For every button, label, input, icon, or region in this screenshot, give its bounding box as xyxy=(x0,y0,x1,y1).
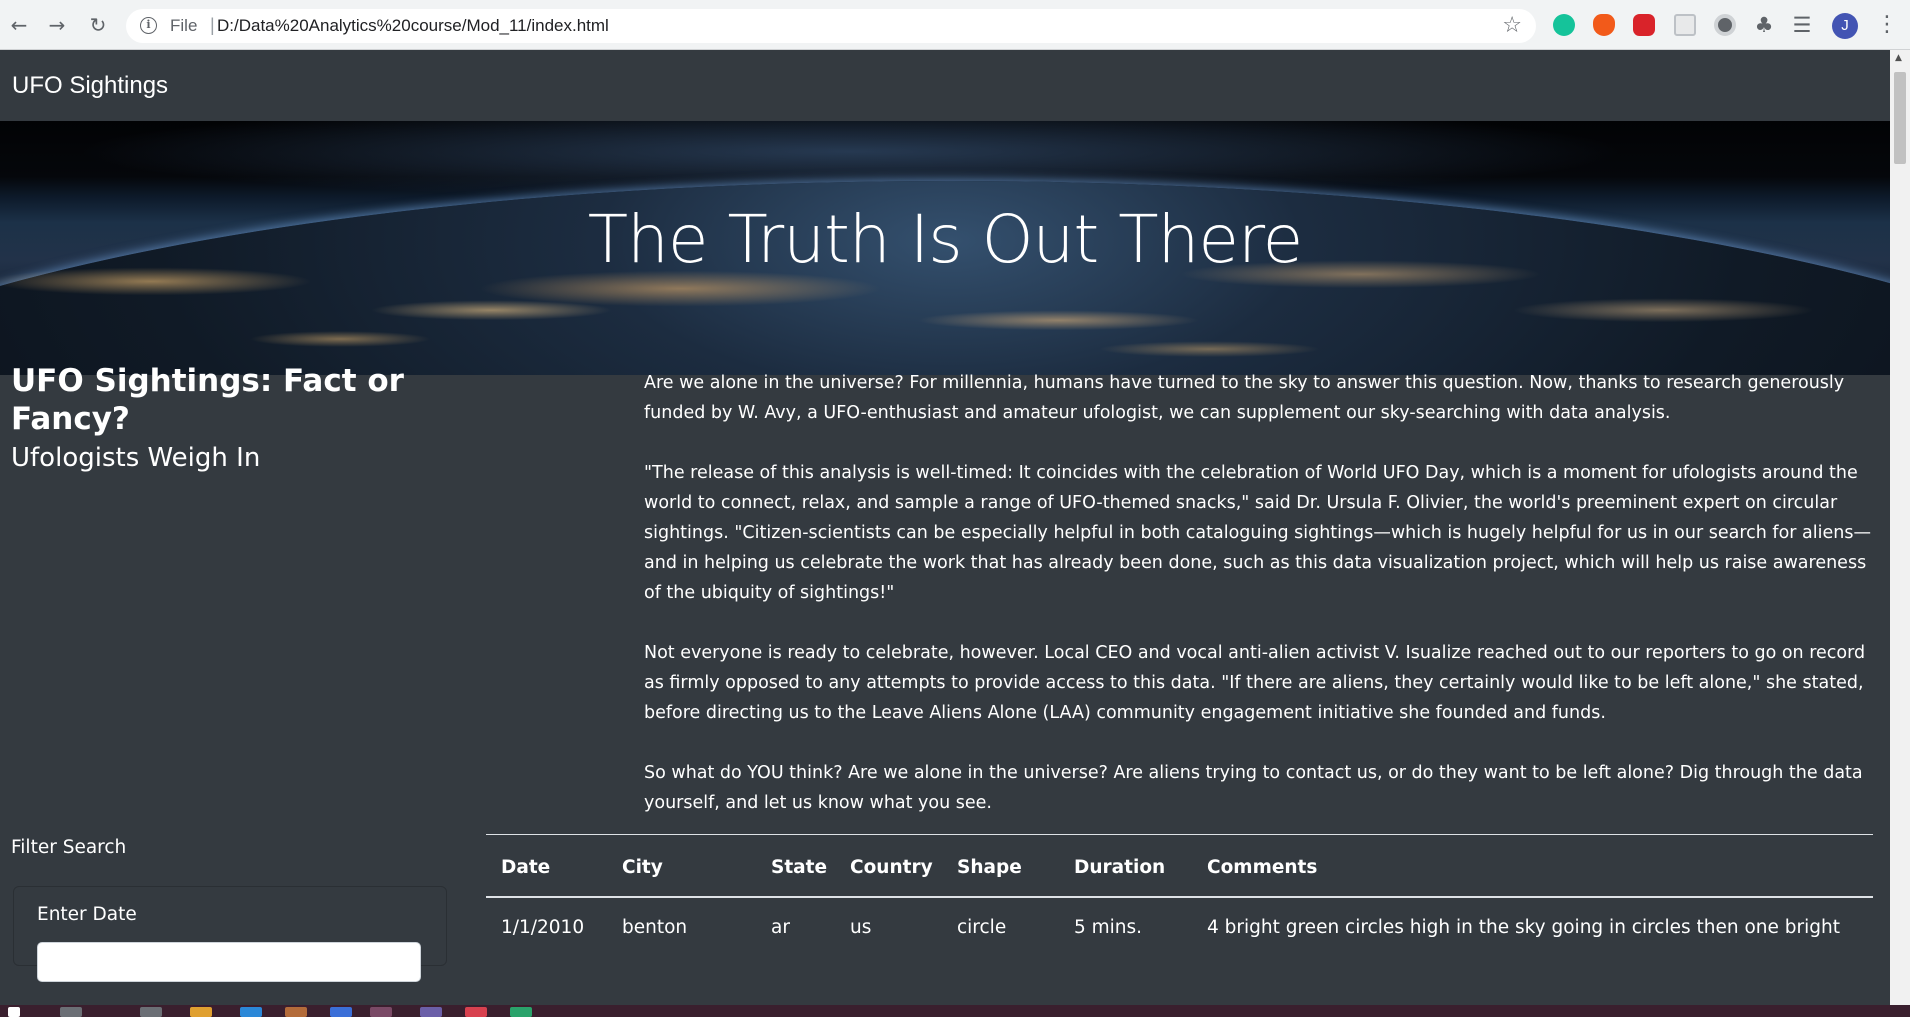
scheme-label: File xyxy=(170,16,198,35)
reload-icon[interactable]: ↻ xyxy=(85,12,111,38)
table-cell-duration: 5 mins. xyxy=(1074,917,1143,938)
address-bar[interactable]: i File | D:/Data%20Analytics%20course/Mo… xyxy=(126,9,1536,43)
document-icon[interactable] xyxy=(1674,14,1696,36)
article-paragraph: "The release of this analysis is well-ti… xyxy=(644,463,1871,603)
column-header-date: Date xyxy=(501,857,551,878)
date-label: Enter Date xyxy=(37,904,137,925)
start-icon[interactable] xyxy=(8,1007,20,1017)
article-paragraph: So what do YOU think? Are we alone in th… xyxy=(644,763,1863,813)
task-view-icon[interactable] xyxy=(140,1007,162,1017)
table-cell-state: ar xyxy=(771,917,790,938)
file-explorer-icon[interactable] xyxy=(190,1007,212,1017)
back-arrow-icon[interactable]: ← xyxy=(6,12,32,38)
scrollbar-thumb[interactable] xyxy=(1894,72,1906,164)
app-icon[interactable] xyxy=(330,1007,352,1017)
column-header-comments: Comments xyxy=(1207,857,1318,878)
table-cell-date: 1/1/2010 xyxy=(501,917,585,938)
url-text[interactable]: D:/Data%20Analytics%20course/Mod_11/inde… xyxy=(217,16,609,36)
column-header-shape: Shape xyxy=(957,857,1022,878)
info-icon[interactable]: i xyxy=(140,17,157,34)
app-icon[interactable] xyxy=(465,1007,487,1017)
app-icon[interactable] xyxy=(420,1007,442,1017)
page-scrollbar[interactable]: ▲ xyxy=(1890,50,1910,1005)
column-header-city: City xyxy=(622,857,663,878)
article: Are we alone in the universe? For millen… xyxy=(644,368,1876,848)
page-subheading: Ufologists Weigh In xyxy=(11,443,261,473)
media-control-icon[interactable]: ☰ xyxy=(1791,14,1813,36)
shield-icon[interactable] xyxy=(1633,14,1655,36)
forward-arrow-icon[interactable]: → xyxy=(44,12,70,38)
date-input[interactable] xyxy=(37,942,421,982)
table-top-border xyxy=(486,834,1873,835)
filter-title: Filter Search xyxy=(11,837,127,858)
navbar: UFO Sightings xyxy=(0,50,1890,121)
hero-banner: The Truth Is Out There xyxy=(0,121,1890,375)
circle-icon[interactable] xyxy=(1714,14,1736,36)
hero-title: The Truth Is Out There xyxy=(587,201,1304,278)
puzzle-icon[interactable]: ♣ xyxy=(1753,14,1775,36)
chrome-icon[interactable] xyxy=(370,1007,392,1017)
app-icon[interactable] xyxy=(510,1007,532,1017)
app-icon[interactable] xyxy=(240,1007,262,1017)
table-cell-country: us xyxy=(850,917,872,938)
column-header-duration: Duration xyxy=(1074,857,1166,878)
table-cell-comments: 4 bright green circles high in the sky g… xyxy=(1207,917,1841,938)
article-paragraph: Not everyone is ready to celebrate, howe… xyxy=(644,643,1866,723)
star-icon[interactable]: ☆ xyxy=(1502,13,1522,38)
browser-toolbar: ← → ↻ i File | D:/Data%20Analytics%20cou… xyxy=(0,0,1910,50)
column-header-country: Country xyxy=(850,857,933,878)
column-header-state: State xyxy=(771,857,828,878)
article-paragraph: Are we alone in the universe? For millen… xyxy=(644,373,1845,423)
sidebar: UFO Sightings: Fact or Fancy? Ufologists… xyxy=(11,362,481,477)
table-header-border xyxy=(486,896,1873,898)
fire-icon[interactable] xyxy=(1593,14,1615,36)
page-heading: UFO Sightings: Fact or Fancy? xyxy=(11,363,404,437)
grammarly-icon[interactable] xyxy=(1553,14,1575,36)
scheme-separator: | xyxy=(210,15,215,35)
taskbar xyxy=(0,1005,1910,1017)
table-cell-city: benton xyxy=(622,917,688,938)
table-cell-shape: circle xyxy=(957,917,1007,938)
scroll-up-icon[interactable]: ▲ xyxy=(1895,53,1902,63)
app-icon[interactable] xyxy=(285,1007,307,1017)
search-icon[interactable] xyxy=(60,1007,82,1017)
navbar-brand[interactable]: UFO Sightings xyxy=(12,72,168,100)
menu-kebab-icon[interactable]: ⋮ xyxy=(1876,12,1898,37)
profile-avatar[interactable]: J xyxy=(1832,13,1858,39)
